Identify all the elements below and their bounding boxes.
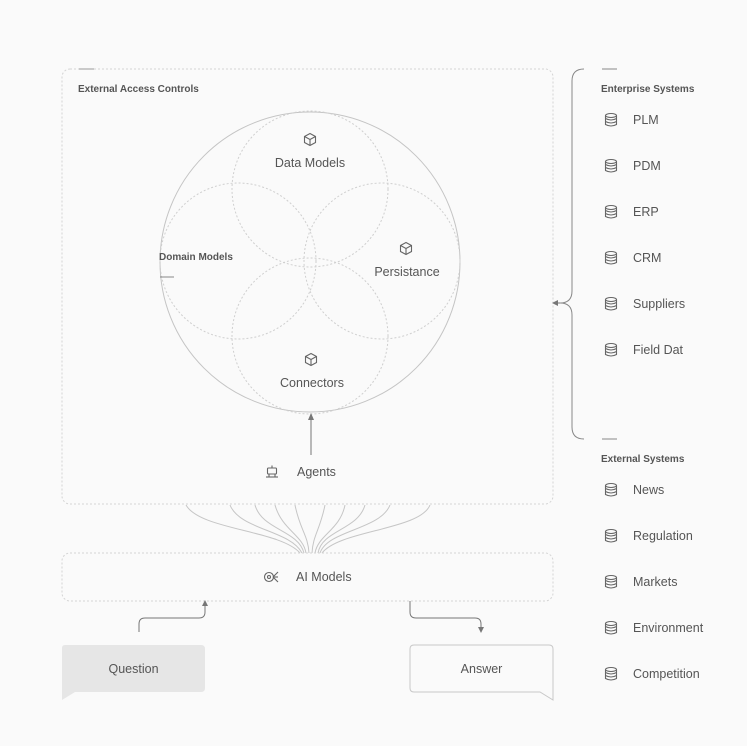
connectors-label: Connectors [280, 376, 344, 390]
enterprise-item[interactable]: Field Dat [603, 340, 683, 360]
database-icon [603, 574, 619, 590]
cube-icon [399, 241, 413, 256]
answer-bubble[interactable]: Answer [410, 645, 553, 692]
enterprise-item[interactable]: CRM [603, 248, 661, 268]
enterprise-item[interactable]: ERP [603, 202, 659, 222]
database-icon [603, 482, 619, 498]
data-models-label: Data Models [274, 156, 346, 170]
petal-bottom [231, 257, 389, 415]
enterprise-title: Enterprise Systems [601, 84, 695, 95]
enterprise-item-label: ERP [633, 205, 659, 219]
domain-models-label: Domain Models [159, 252, 233, 263]
external-item-label: Regulation [633, 529, 693, 543]
cube-icon [303, 132, 317, 147]
external-title: External Systems [601, 454, 685, 465]
database-icon [603, 112, 619, 128]
enterprise-item-label: Suppliers [633, 297, 686, 311]
external-item-label: Markets [633, 575, 678, 589]
enterprise-item-label: PDM [633, 159, 661, 173]
question-label: Question [108, 661, 159, 676]
answer-label: Answer [460, 661, 503, 676]
database-icon [603, 666, 619, 682]
question-arrow [138, 605, 206, 632]
database-icon [603, 296, 619, 312]
enterprise-item-label: Field Dat [633, 343, 684, 357]
enterprise-item[interactable]: PLM [603, 110, 659, 130]
external-item-label: Environment [633, 621, 704, 635]
enterprise-brace [559, 68, 585, 440]
petal-right [303, 182, 461, 340]
database-icon [603, 250, 619, 266]
cube-icon [304, 352, 318, 367]
fan-lines [185, 504, 431, 554]
database-icon [603, 158, 619, 174]
enterprise-item[interactable]: PDM [603, 156, 661, 176]
ai-network-icon [263, 571, 279, 583]
enterprise-item-label: PLM [633, 113, 659, 127]
external-item-label: News [633, 483, 665, 497]
enterprise-item[interactable]: Suppliers [603, 294, 685, 314]
petal-top [231, 110, 389, 268]
ai-models-label: AI Models [296, 570, 352, 584]
question-bubble[interactable]: Question [62, 645, 205, 692]
database-icon [603, 528, 619, 544]
database-icon [603, 204, 619, 220]
database-icon [603, 342, 619, 358]
external-item-label: Competition [633, 667, 700, 681]
external-item[interactable]: Markets [603, 572, 677, 592]
answer-arrow [409, 601, 482, 628]
external-item[interactable]: Regulation [603, 526, 693, 546]
external-item[interactable]: News [603, 480, 664, 500]
external-access-title: External Access Controls [78, 84, 199, 95]
agents-label: Agents [297, 465, 336, 479]
database-icon [603, 620, 619, 636]
external-item[interactable]: Environment [603, 618, 703, 638]
enterprise-item-label: CRM [633, 251, 662, 265]
external-item[interactable]: Competition [603, 664, 700, 684]
agent-icon [266, 465, 278, 478]
persistance-label: Persistance [374, 265, 440, 279]
